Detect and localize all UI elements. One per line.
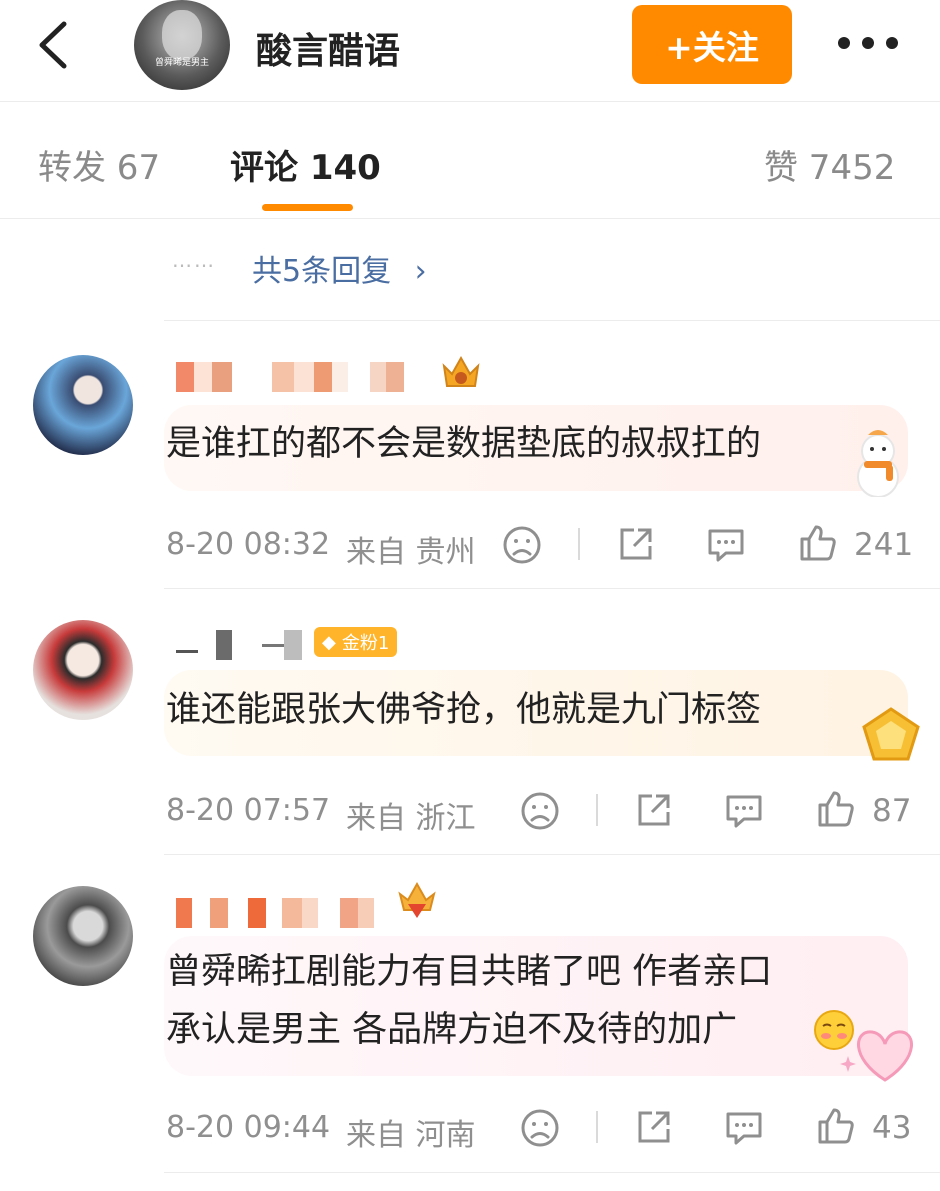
comment-location: 来自 河南 [346, 1118, 476, 1153]
commenter-avatar[interactable] [33, 886, 133, 986]
commenter-name-obscured[interactable] [176, 630, 302, 660]
section-divider [164, 320, 940, 321]
heart-icon [840, 1030, 913, 1082]
avatar-face [162, 10, 202, 60]
header-divider [0, 101, 940, 102]
comment-text: 谁还能跟张大佛爷抢，他就是九门标签 [166, 690, 762, 730]
commenter-name-obscured[interactable] [176, 898, 374, 928]
rank-crown-icon [398, 881, 436, 918]
blogger-name[interactable]: 酸言醋语 [256, 22, 400, 74]
chevron-right-icon: › [414, 254, 427, 289]
comment-date: 8-20 07:57 [166, 793, 331, 828]
share-icon[interactable] [632, 788, 676, 832]
dislike-face-icon[interactable] [518, 789, 562, 833]
gold-fan-badge-label: 金粉1 [341, 633, 390, 654]
tab-reposts[interactable]: 转发 67 [38, 140, 160, 189]
comment-divider [164, 854, 940, 855]
avatar-caption: 曾舜晞是男主 [154, 58, 209, 68]
comment-location: 来自 浙江 [346, 801, 476, 836]
diamond-icon: ◆ [322, 631, 336, 653]
comment-divider [164, 588, 940, 589]
follow-button[interactable]: +关注 [632, 5, 792, 84]
share-icon[interactable] [632, 1105, 676, 1149]
comment-divider [164, 1172, 940, 1173]
dislike-face-icon[interactable] [518, 1106, 562, 1150]
comment-date: 8-20 08:32 [166, 527, 331, 562]
meta-separator [596, 794, 598, 826]
blogger-avatar[interactable]: 曾舜晞是男主 [134, 0, 230, 90]
like-thumb-icon[interactable] [814, 1104, 858, 1148]
meta-separator [596, 1111, 598, 1143]
meta-separator [578, 528, 580, 560]
tab-likes[interactable]: 赞 7452 [764, 140, 895, 189]
commenter-name-obscured[interactable] [176, 362, 404, 392]
replies-dots: …… [172, 248, 216, 272]
snowman-icon [857, 430, 899, 497]
commenter-avatar[interactable] [33, 355, 133, 455]
top-bar: 曾舜晞是男主 酸言醋语 +关注 [0, 0, 940, 100]
like-count: 43 [872, 1110, 912, 1146]
more-options-icon[interactable] [832, 18, 904, 68]
like-thumb-icon[interactable] [796, 521, 840, 565]
like-count: 241 [854, 527, 914, 563]
view-replies-link[interactable]: 共5条回复 › [252, 246, 427, 290]
comment-text-line-2: 承认是男主 各品牌方迫不及待的加广 [166, 1010, 738, 1050]
gold-fan-badge: ◆ 金粉1 [314, 627, 398, 657]
dislike-face-icon[interactable] [500, 523, 544, 567]
share-icon[interactable] [614, 522, 658, 566]
comment-text: 是谁扛的都不会是数据垫底的叔叔扛的 [166, 424, 762, 464]
tab-comments[interactable]: 评论 140 [230, 140, 381, 189]
comment-location: 来自 贵州 [346, 535, 476, 570]
gold-medal-icon [862, 707, 920, 761]
back-arrow-icon[interactable] [30, 20, 80, 70]
tabs-divider [0, 218, 940, 219]
rank-crown-icon [442, 355, 480, 387]
like-count: 87 [872, 793, 912, 829]
commenter-avatar[interactable] [33, 620, 133, 720]
comment-icon[interactable] [722, 789, 766, 833]
comment-icon[interactable] [704, 523, 748, 567]
like-thumb-icon[interactable] [814, 787, 858, 831]
comment-date: 8-20 09:44 [166, 1110, 331, 1145]
comment-icon[interactable] [722, 1106, 766, 1150]
comment-text-line-1: 曾舜晞扛剧能力有目共睹了吧 作者亲口 [166, 952, 773, 992]
view-replies-label: 共5条回复 [252, 254, 392, 289]
tab-active-indicator [262, 204, 353, 211]
